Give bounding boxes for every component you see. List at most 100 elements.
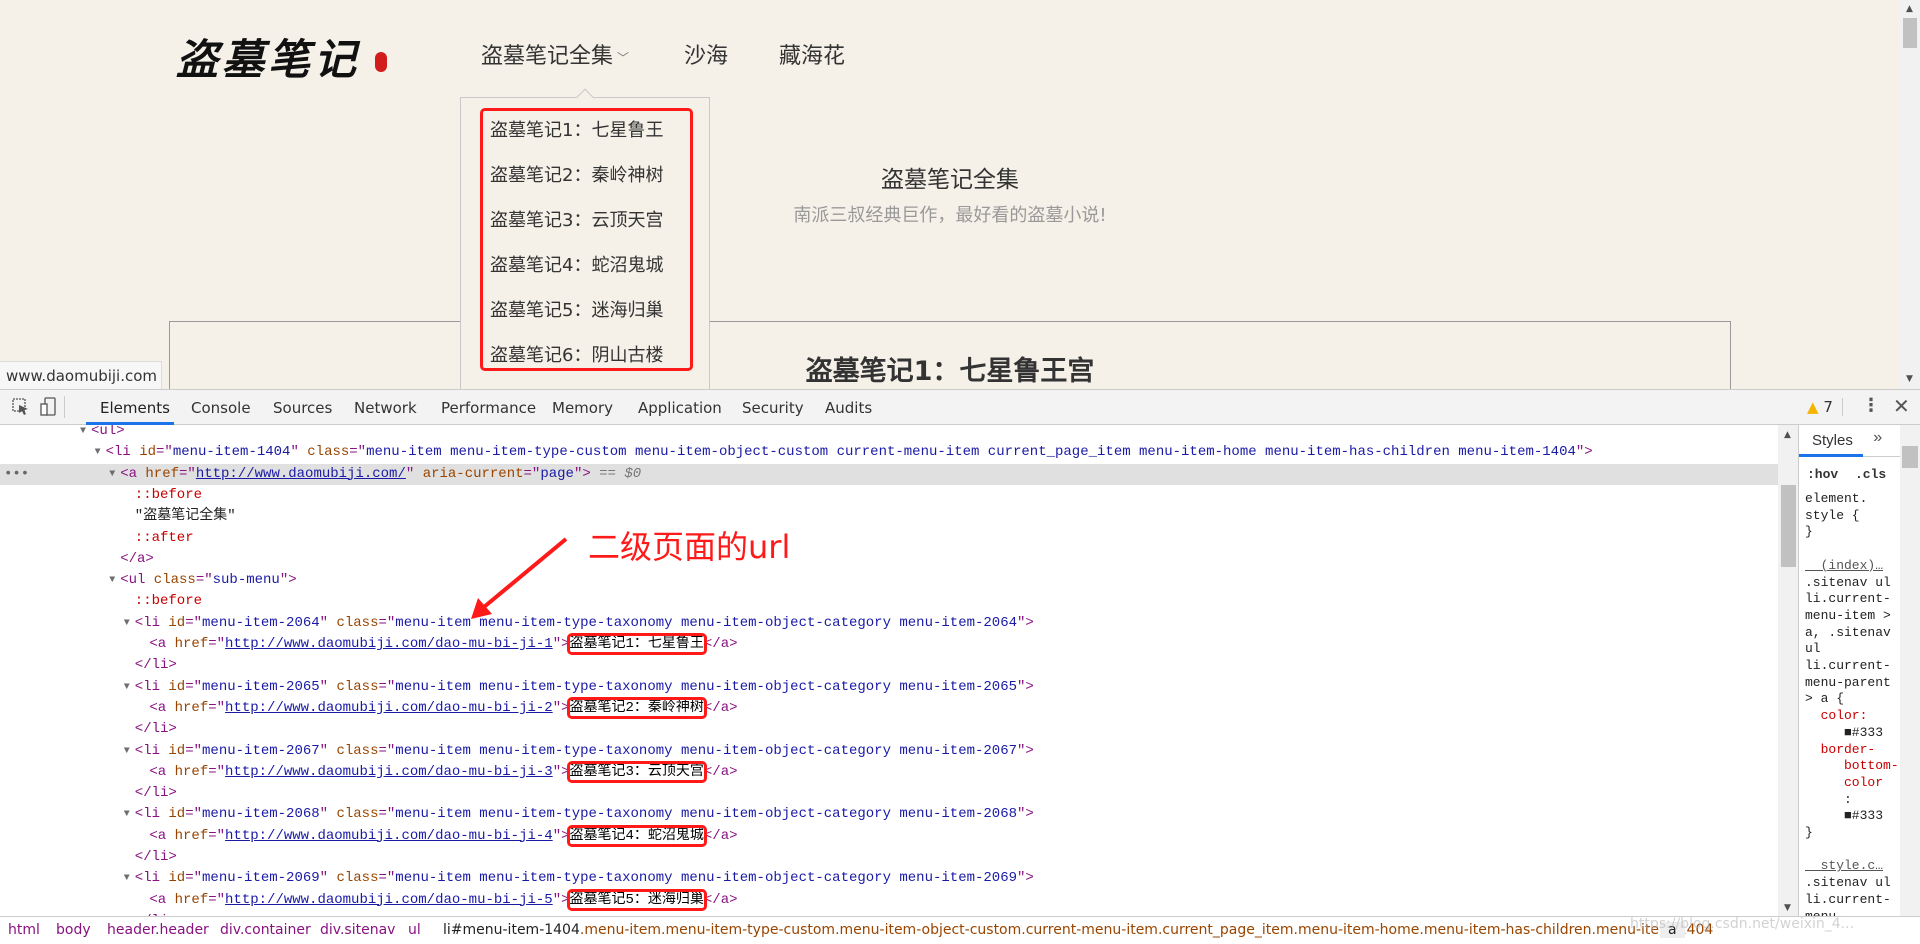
href-link[interactable]: http://www.daomubiji.com/dao-mu-bi-ji-3 [225,764,553,780]
node-markup: <li id="menu-item-1404" class="menu-item… [106,442,1593,463]
hero-title: 盗墓笔记全集 [881,167,1019,193]
device-toolbar-icon[interactable] [40,397,56,417]
breadcrumb-item[interactable]: header.header [107,922,209,938]
markup-token: menu-item menu-item-type-taxonomy menu-i… [395,870,1017,887]
expand-triangle-icon[interactable]: ▼ [124,804,130,825]
markup-token: id [139,444,157,461]
dom-node-row[interactable]: ▼ <li id="menu-item-2068" class="menu-ite… [0,804,1778,825]
expand-triangle-icon[interactable]: ▼ [124,741,130,762]
breadcrumb-item[interactable]: body [56,922,91,938]
dom-node-row[interactable]: </li> [0,783,1778,804]
expand-triangle-icon[interactable]: ▼ [95,442,101,463]
style-rule-line: style { [1805,507,1860,523]
content-title[interactable]: 盗墓笔记1：七星鲁王宫 [169,349,1731,388]
dom-node-row[interactable]: "盗墓笔记全集" [0,506,1778,527]
site-logo[interactable]: 盗墓笔记 [176,26,360,87]
expand-triangle-icon[interactable]: ▼ [124,677,130,698]
close-icon[interactable]: ✕ [1893,394,1910,418]
scroll-up-icon[interactable]: ▲ [1784,430,1791,440]
more-options-icon[interactable]: ⋮ [1862,395,1880,416]
dom-node-row[interactable]: ▼ <ul> [0,425,1778,442]
elements-scrollbar-thumb[interactable] [1781,485,1796,567]
href-link[interactable]: http://www.daomubiji.com/dao-mu-bi-ji-5 [225,892,553,908]
dom-node-row[interactable]: <a href="http://www.daomubiji.com/dao-mu… [0,696,1778,719]
style-rule-line: element. [1805,491,1868,506]
node-actions-icon[interactable]: ••• [4,464,29,485]
href-link[interactable]: http://www.daomubiji.com/dao-mu-bi-ji-4 [225,828,553,844]
styles-scrollbar-thumb[interactable] [1902,446,1918,468]
breadcrumb-item[interactable]: ul [408,922,421,938]
expand-triangle-icon[interactable]: ▼ [80,425,86,442]
nav-item-shahai[interactable]: 沙海 [684,38,728,70]
markup-token: " [319,742,337,759]
hov-toggle[interactable]: :hov [1807,467,1838,482]
style-rule-line: li.current- [1805,658,1891,673]
tab-console[interactable]: Console [191,399,251,417]
more-tabs-icon[interactable]: » [1873,429,1883,447]
highlight-box [480,108,693,371]
dom-node-row[interactable]: ::after [0,528,1778,549]
markup-token: href [145,465,180,482]
tab-sources[interactable]: Sources [273,399,332,417]
dom-node-row[interactable]: ••• ▼ <a href="http://www.daomubiji.com/" … [0,463,1778,485]
markup-token: =" [156,444,173,461]
markup-token: menu-item menu-item-type-taxonomy menu-i… [395,614,1017,631]
node-markup: <a href="http://www.daomubiji.com/dao-mu… [149,633,738,655]
markup-token: <a [149,763,175,780]
expand-triangle-icon[interactable]: ▼ [109,570,115,591]
markup-token: <li [134,614,169,631]
styles-scrollbar[interactable] [1900,425,1920,916]
href-link[interactable]: http://www.daomubiji.com/dao-mu-bi-ji-2 [225,700,553,716]
scroll-down-icon[interactable]: ▼ [1906,374,1913,384]
markup-token: =" [185,678,203,695]
tab-audits[interactable]: Audits [825,399,872,417]
tab-memory[interactable]: Memory [552,399,613,417]
web-page: 盗墓笔记 盗墓笔记全集 ﹀ 沙海 藏海花 盗墓笔记全集 南派三叔经典巨作，最好看的… [0,0,1900,390]
dom-node-row[interactable]: ▼ <li id="menu-item-2067" class="menu-ite… [0,741,1778,762]
dom-node-row[interactable]: ▼ <li id="menu-item-2065" class="menu-ite… [0,677,1778,698]
breadcrumb-item[interactable]: div.container [220,922,311,938]
tab-application[interactable]: Application [638,399,722,417]
warnings-button[interactable]: ▲ 7 [1807,398,1833,416]
dom-node-row[interactable]: </li> [0,847,1778,868]
expand-triangle-icon[interactable]: ▼ [124,868,130,889]
warning-count: 7 [1823,398,1833,416]
tab-network[interactable]: Network [354,399,417,417]
scroll-up-icon[interactable]: ▲ [1906,4,1913,14]
markup-token: =" [349,444,367,461]
nav-item-collection[interactable]: 盗墓笔记全集 ﹀ [481,38,629,70]
dom-node-row[interactable]: <a href="http://www.daomubiji.com/dao-mu… [0,824,1778,847]
dom-node-row[interactable]: ▼ <ul class="sub-menu"> [0,570,1778,591]
cls-toggle[interactable]: .cls [1855,467,1886,482]
dom-node-row[interactable]: <a href="http://www.daomubiji.com/dao-mu… [0,633,1778,655]
elements-tree[interactable]: ▼ <ul> ▼ <li id="menu-item-1404" class="men… [0,425,1778,916]
dom-node-row[interactable]: ::before [0,591,1778,612]
dom-node-row[interactable]: </a> [0,549,1778,570]
expand-triangle-icon[interactable]: ▼ [109,464,115,485]
href-link[interactable]: http://www.daomubiji.com/dao-mu-bi-ji-1 [225,636,553,652]
page-scrollbar-thumb[interactable] [1903,18,1917,48]
dom-node-row[interactable]: </li> [0,655,1778,676]
dom-node-row[interactable]: ▼ <li id="menu-item-2069" class="menu-ite… [0,868,1778,889]
tab-security[interactable]: Security [742,399,804,417]
expand-triangle-icon[interactable]: ▼ [124,613,130,634]
dom-node-row[interactable]: ▼ <li id="menu-item-2064" class="menu-ite… [0,613,1778,634]
breadcrumb-item[interactable]: html [8,922,40,938]
markup-token: "> [1017,870,1034,887]
breadcrumb-item[interactable]: li#menu-item-1404.menu-item.menu-item-ty… [443,922,1713,938]
dom-node-row[interactable]: ::before [0,485,1778,506]
tab-performance[interactable]: Performance [441,399,536,417]
inspect-element-icon[interactable] [12,398,30,416]
dom-node-row[interactable]: </li> [0,719,1778,740]
dom-node-row[interactable]: <a href="http://www.daomubiji.com/dao-mu… [0,760,1778,783]
dom-node-row[interactable]: ▼ <li id="menu-item-1404" class="menu-ite… [0,442,1778,463]
breadcrumb-item[interactable]: div.sitenav [320,922,395,938]
nav-item-canghaihua[interactable]: 藏海花 [779,38,845,70]
tab-styles[interactable]: Styles [1812,432,1853,449]
dom-node-row[interactable]: <a href="http://www.daomubiji.com/dao-mu… [0,888,1778,911]
tab-elements[interactable]: Elements [100,399,170,417]
href-link[interactable]: http://www.daomubiji.com/ [196,466,406,482]
page-scrollbar[interactable] [1900,0,1920,390]
highlighted-text: 盗墓笔记3：云顶天宫 [566,760,707,783]
scroll-down-icon[interactable]: ▼ [1784,903,1791,913]
